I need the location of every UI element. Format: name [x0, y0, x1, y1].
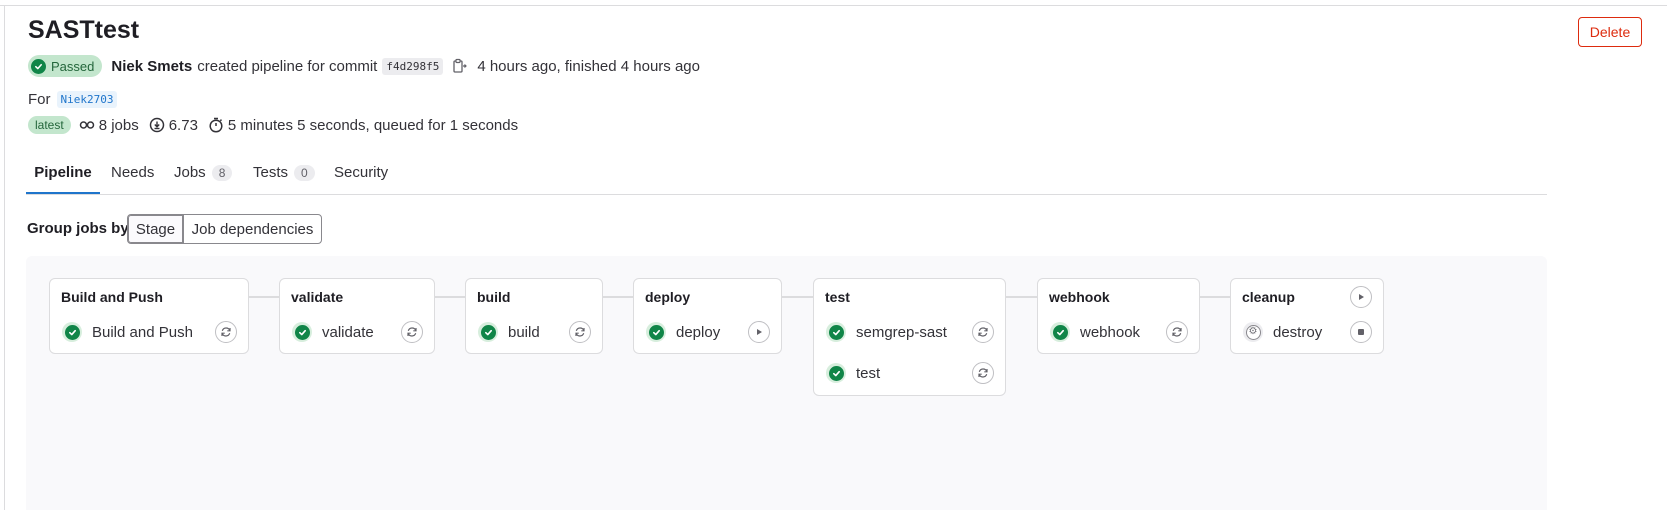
ref-link[interactable]: Niek2703	[56, 90, 118, 108]
stage-name: build	[477, 289, 511, 305]
retry-icon[interactable]	[1166, 321, 1188, 343]
copy-icon[interactable]	[451, 58, 468, 74]
stage-validate: validate validate	[279, 278, 435, 354]
status-badge[interactable]: Passed	[28, 55, 103, 77]
stage-name: deploy	[645, 289, 691, 305]
retry-icon[interactable]	[569, 321, 591, 343]
status-success-icon	[826, 322, 846, 342]
job-name: validate	[322, 323, 374, 341]
score-text: 6.73	[168, 116, 198, 134]
stage-test: test semgrep-sast test	[813, 278, 1006, 396]
action-text: created pipeline for commit	[197, 57, 378, 75]
jobs-count: 8 jobs	[79, 117, 139, 134]
play-icon[interactable]	[1350, 286, 1372, 308]
author-link[interactable]: Niek Smets	[111, 58, 192, 75]
stage-name: Build and Push	[61, 289, 163, 305]
retry-icon[interactable]	[215, 321, 237, 343]
status-success-icon	[292, 322, 312, 342]
tab-pipeline[interactable]: Pipeline	[26, 152, 100, 194]
stop-icon[interactable]	[1350, 321, 1372, 343]
stage-connector	[603, 296, 634, 298]
stage-build: build build	[465, 278, 603, 354]
tab-label: Needs	[111, 164, 155, 181]
pipeline-summary: Passed Niek Smets created pipeline for c…	[28, 54, 700, 78]
duration: 5 minutes 5 seconds, queued for 1 second…	[208, 117, 518, 134]
tab-label: Tests	[253, 164, 289, 181]
status-success-icon	[62, 322, 82, 342]
tab-label: Pipeline	[34, 163, 92, 181]
group-by-dependencies-button[interactable]: Job dependencies	[183, 214, 322, 244]
left-border	[4, 5, 5, 510]
info-icon	[149, 117, 165, 133]
job-name: webhook	[1080, 323, 1141, 341]
stage-connector	[249, 296, 280, 298]
stage-build-and-push: Build and Push Build and Push	[49, 278, 249, 354]
stage-deploy: deploy deploy	[633, 278, 782, 354]
tab-jobs[interactable]: Jobs 8	[174, 152, 233, 193]
stage-connector	[782, 296, 814, 298]
job-name: Build and Push	[92, 323, 193, 341]
tab-label: Security	[334, 164, 389, 181]
status-success-icon	[646, 322, 666, 342]
status-manual-icon: ⚙	[1243, 322, 1263, 342]
timer-icon	[208, 117, 224, 133]
group-by-stage-button[interactable]: Stage	[127, 214, 184, 244]
stage-connector	[1006, 296, 1038, 298]
for-label: For	[28, 90, 51, 108]
pipeline-meta: latest 8 jobs 6.73 5 minutes 5 seconds, …	[28, 114, 528, 136]
delete-button[interactable]: Delete	[1578, 17, 1642, 47]
tab-tests[interactable]: Tests 0	[253, 152, 315, 193]
check-circle-icon	[31, 58, 46, 74]
ref-row: For Niek2703	[28, 88, 118, 110]
retry-icon[interactable]	[972, 362, 994, 384]
stage-name: cleanup	[1242, 289, 1295, 305]
tab-needs[interactable]: Needs	[111, 152, 154, 193]
tab-label: Jobs	[174, 164, 206, 181]
duration-text: 5 minutes 5 seconds, queued for 1 second…	[227, 116, 519, 134]
stage-connector	[435, 296, 466, 298]
job-name: test	[856, 364, 881, 382]
latest-badge: latest	[28, 116, 71, 134]
job-name: destroy	[1273, 323, 1323, 341]
pipeline-tabs: Pipeline Needs Jobs 8 Tests 0 Security	[26, 152, 1547, 195]
commit-sha-link[interactable]: f4d298f5	[382, 57, 444, 75]
play-icon[interactable]	[748, 321, 770, 343]
status-label: Passed	[51, 58, 95, 74]
tab-security[interactable]: Security	[334, 152, 388, 193]
job-name: semgrep-sast	[856, 323, 947, 341]
top-border	[0, 0, 1667, 6]
stage-name: validate	[291, 289, 344, 305]
jobs-count-text: 8 jobs	[98, 116, 139, 134]
status-success-icon	[1050, 322, 1070, 342]
job-name: build	[508, 323, 540, 341]
page-title: SASTtest	[28, 16, 140, 44]
score: 6.73	[149, 117, 198, 134]
stage-webhook: webhook webhook	[1037, 278, 1200, 354]
tab-count-badge: 0	[294, 164, 315, 181]
status-success-icon	[826, 363, 846, 383]
stage-connector	[1200, 296, 1231, 298]
retry-icon[interactable]	[401, 321, 423, 343]
stage-cleanup: cleanup ⚙ destroy	[1230, 278, 1384, 354]
time-text: 4 hours ago, finished 4 hours ago	[477, 57, 700, 75]
status-success-icon	[478, 322, 498, 342]
group-jobs-label: Group jobs by	[27, 220, 129, 237]
pipeline-icon	[79, 117, 95, 133]
retry-icon[interactable]	[972, 321, 994, 343]
tab-count-badge: 8	[211, 164, 233, 181]
stage-name: webhook	[1049, 289, 1110, 305]
job-name: deploy	[676, 323, 721, 341]
stage-name: test	[825, 289, 850, 305]
